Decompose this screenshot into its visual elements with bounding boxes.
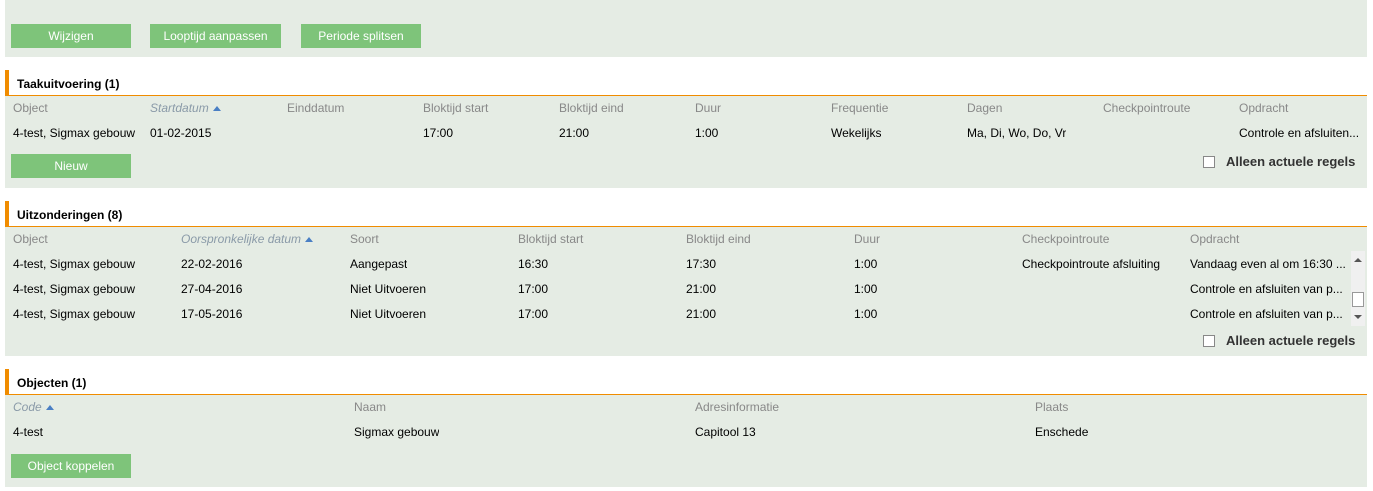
col-object[interactable]: Object xyxy=(13,101,48,115)
col-code-label: Code xyxy=(13,400,42,414)
col-code[interactable]: Code xyxy=(13,400,54,414)
cell-duur: 1:00 xyxy=(854,282,878,296)
cell-duur: 1:00 xyxy=(854,307,878,321)
cell-bloktijd-start: 17:00 xyxy=(518,307,549,321)
col-dagen[interactable]: Dagen xyxy=(967,101,1002,115)
col-opdracht[interactable]: Opdracht xyxy=(1190,232,1239,246)
current-only-checkbox[interactable] xyxy=(1203,155,1215,168)
cell-datum: 17-05-2016 xyxy=(181,307,243,321)
tasks-current-only[interactable]: Alleen actuele regels xyxy=(1203,154,1355,169)
col-oorspronkelijke-datum[interactable]: Oorspronkelijke datum xyxy=(181,232,314,246)
sort-ascending-icon xyxy=(45,405,54,410)
exceptions-scrollbar[interactable] xyxy=(1351,251,1365,326)
cell-datum: 27-04-2016 xyxy=(181,282,243,296)
exceptions-current-only[interactable]: Alleen actuele regels xyxy=(1203,333,1355,348)
col-checkpointroute[interactable]: Checkpointroute xyxy=(1103,101,1190,115)
cell-opdracht: Controle en afsluiten... xyxy=(1239,126,1360,140)
tasks-header: Taakuitvoering (1) xyxy=(5,70,1367,96)
cell-opdracht: Controle en afsluiten van p... xyxy=(1190,307,1343,321)
cell-bloktijd-eind: 17:30 xyxy=(686,257,717,271)
col-adresinformatie[interactable]: Adresinformatie xyxy=(695,400,779,414)
col-bloktijd-eind[interactable]: Bloktijd eind xyxy=(559,101,624,115)
cell-bloktijd-start: 16:30 xyxy=(518,257,549,271)
cell-checkpointroute: Checkpointroute afsluiting xyxy=(1022,257,1161,271)
new-button[interactable]: Nieuw xyxy=(11,154,131,178)
cell-soort: Niet Uitvoeren xyxy=(350,307,427,321)
cell-startdatum: 01-02-2015 xyxy=(150,126,212,140)
col-plaats[interactable]: Plaats xyxy=(1035,400,1068,414)
col-object[interactable]: Object xyxy=(13,232,48,246)
cell-duur: 1:00 xyxy=(854,257,878,271)
objects-header: Objecten (1) xyxy=(5,369,1367,395)
cell-opdracht: Controle en afsluiten van p... xyxy=(1190,282,1343,296)
col-duur[interactable]: Duur xyxy=(695,101,721,115)
tasks-title: Taakuitvoering (1) xyxy=(17,77,120,91)
cell-soort: Aangepast xyxy=(350,257,408,271)
col-duur[interactable]: Duur xyxy=(854,232,880,246)
cell-bloktijd-start: 17:00 xyxy=(518,282,549,296)
sort-ascending-icon xyxy=(305,237,314,242)
cell-duur: 1:00 xyxy=(695,126,719,140)
exceptions-header: Uitzonderingen (8) xyxy=(5,201,1367,227)
col-soort[interactable]: Soort xyxy=(350,232,379,246)
col-bloktijd-start[interactable]: Bloktijd start xyxy=(518,232,583,246)
col-naam[interactable]: Naam xyxy=(354,400,386,414)
col-einddatum[interactable]: Einddatum xyxy=(287,101,344,115)
current-only-label: Alleen actuele regels xyxy=(1226,154,1356,169)
cell-bloktijd-eind: 21:00 xyxy=(559,126,590,140)
accent-bar xyxy=(5,369,9,395)
cell-object: 4-test, Sigmax gebouw xyxy=(13,126,136,140)
cell-soort: Niet Uitvoeren xyxy=(350,282,427,296)
col-startdatum[interactable]: Startdatum xyxy=(150,101,221,115)
link-object-button[interactable]: Object koppelen xyxy=(11,454,131,478)
cell-code: 4-test xyxy=(13,425,44,439)
sort-ascending-icon xyxy=(212,106,221,111)
split-period-button[interactable]: Periode splitsen xyxy=(301,24,421,48)
scroll-down-icon[interactable] xyxy=(1354,315,1362,319)
objects-panel xyxy=(5,395,1367,487)
cell-naam: Sigmax gebouw xyxy=(354,425,440,439)
cell-dagen: Ma, Di, Wo, Do, Vr xyxy=(967,126,1067,140)
col-frequentie[interactable]: Frequentie xyxy=(831,101,888,115)
cell-datum: 22-02-2016 xyxy=(181,257,243,271)
col-checkpointroute[interactable]: Checkpointroute xyxy=(1022,232,1109,246)
cell-bloktijd-eind: 21:00 xyxy=(686,282,717,296)
exceptions-title: Uitzonderingen (8) xyxy=(17,208,123,222)
cell-bloktijd-eind: 21:00 xyxy=(686,307,717,321)
cell-bloktijd-start: 17:00 xyxy=(423,126,454,140)
current-only-checkbox[interactable] xyxy=(1203,334,1215,347)
objects-title: Objecten (1) xyxy=(17,376,87,390)
accent-bar xyxy=(5,70,9,96)
adjust-duration-button[interactable]: Looptijd aanpassen xyxy=(150,24,281,48)
col-opdracht[interactable]: Opdracht xyxy=(1239,101,1288,115)
col-bloktijd-eind[interactable]: Bloktijd eind xyxy=(686,232,751,246)
cell-object: 4-test, Sigmax gebouw xyxy=(13,257,136,271)
current-only-label: Alleen actuele regels xyxy=(1226,333,1356,348)
cell-adresinformatie: Capitool 13 xyxy=(695,425,756,439)
cell-plaats: Enschede xyxy=(1035,425,1089,439)
col-startdatum-label: Startdatum xyxy=(150,101,209,115)
cell-frequentie: Wekelijks xyxy=(831,126,882,140)
cell-object: 4-test, Sigmax gebouw xyxy=(13,307,136,321)
cell-object: 4-test, Sigmax gebouw xyxy=(13,282,136,296)
col-oorspronkelijke-datum-label: Oorspronkelijke datum xyxy=(181,232,302,246)
accent-bar xyxy=(5,201,9,227)
col-bloktijd-start[interactable]: Bloktijd start xyxy=(423,101,488,115)
edit-button[interactable]: Wijzigen xyxy=(11,24,131,48)
scroll-thumb[interactable] xyxy=(1352,292,1364,307)
cell-opdracht: Vandaag even al om 16:30 ... xyxy=(1190,257,1346,271)
scroll-up-icon[interactable] xyxy=(1354,258,1362,262)
